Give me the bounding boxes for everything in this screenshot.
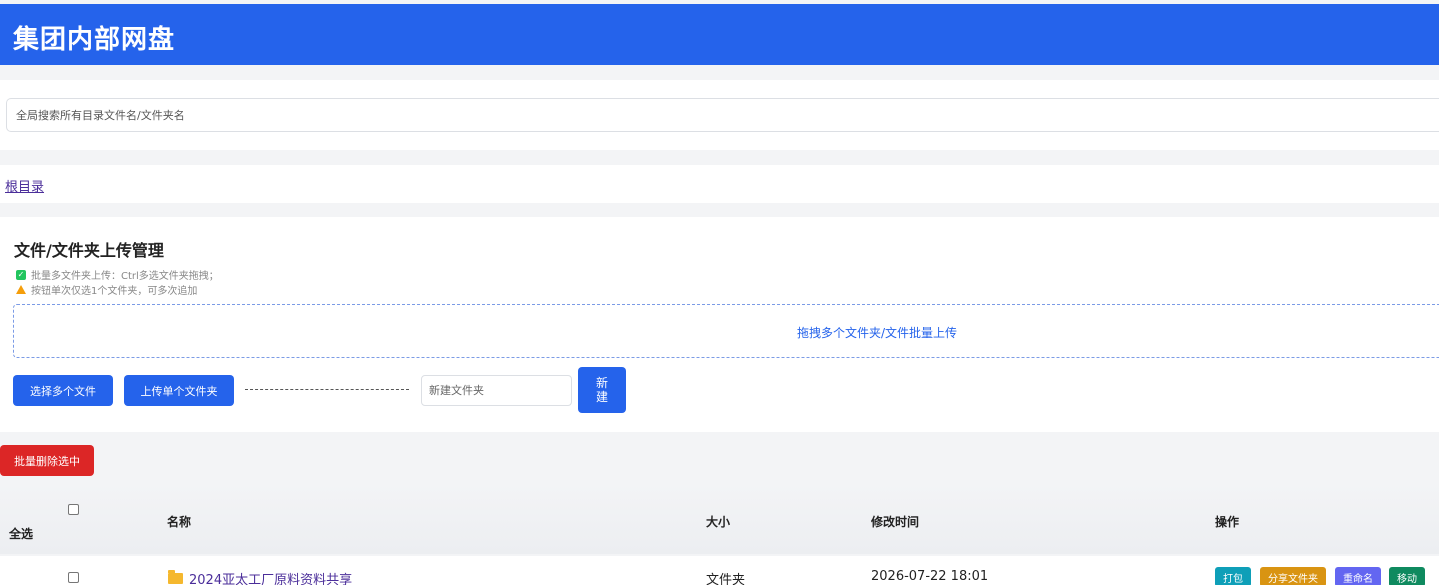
batch-delete-button[interactable]: 批量删除选中 bbox=[0, 445, 94, 476]
breadcrumb: 根目录 bbox=[0, 165, 1439, 203]
column-name: 名称 bbox=[167, 515, 192, 529]
search-input[interactable] bbox=[6, 98, 1439, 132]
row-name: 2024亚太工厂原料资料共享 bbox=[189, 573, 353, 585]
tip-single-text: 按钮单次仅选1个文件夹，可多次追加 bbox=[31, 286, 198, 297]
upload-panel: 文件/文件夹上传管理 ✓ 批量多文件夹上传：Ctrl多选文件夹拖拽； 按钮单次仅… bbox=[0, 217, 1439, 432]
select-files-button[interactable]: 选择多个文件 bbox=[13, 375, 113, 406]
move-button[interactable]: 移动 bbox=[1389, 567, 1425, 585]
row-name-link[interactable]: 2024亚太工厂原料资料共享 bbox=[168, 569, 352, 585]
app-header: 集团内部网盘 bbox=[0, 4, 1439, 65]
share-folder-button[interactable]: 分享文件夹 bbox=[1260, 567, 1326, 585]
breadcrumb-root-link[interactable]: 根目录 bbox=[5, 176, 44, 195]
row-modified: 2026-07-22 18:01 bbox=[871, 569, 989, 584]
new-folder-input[interactable] bbox=[421, 375, 572, 406]
table-row: 2024亚太工厂原料资料共享 文件夹 2026-07-22 18:01 打包 分… bbox=[0, 556, 1439, 585]
row-size: 文件夹 bbox=[706, 573, 746, 585]
upload-folder-button[interactable]: 上传单个文件夹 bbox=[124, 375, 234, 406]
check-icon: ✓ bbox=[16, 269, 26, 280]
row-checkbox[interactable] bbox=[68, 572, 79, 583]
tip-batch-text: 批量多文件夹上传：Ctrl多选文件夹拖拽； bbox=[31, 271, 219, 282]
upload-title: 文件/文件夹上传管理 bbox=[14, 241, 164, 260]
new-folder-button[interactable]: 新 建 bbox=[578, 367, 626, 413]
warning-icon bbox=[16, 285, 26, 294]
search-section bbox=[0, 80, 1439, 150]
select-all-label: 全选 bbox=[9, 527, 34, 541]
table-header: 全选 名称 大小 修改时间 操作 bbox=[0, 484, 1439, 554]
divider bbox=[245, 389, 409, 390]
tip-batch: ✓ 批量多文件夹上传：Ctrl多选文件夹拖拽； bbox=[16, 267, 219, 282]
new-label-line1: 新 bbox=[595, 376, 608, 390]
column-modified: 修改时间 bbox=[871, 515, 920, 529]
upload-dropzone[interactable]: 拖拽多个文件夹/文件批量上传 bbox=[13, 304, 1439, 358]
tip-single: 按钮单次仅选1个文件夹，可多次追加 bbox=[16, 282, 197, 297]
column-size: 大小 bbox=[706, 515, 731, 529]
select-all-checkbox[interactable] bbox=[68, 504, 79, 515]
column-actions: 操作 bbox=[1215, 515, 1240, 529]
folder-icon bbox=[168, 570, 183, 584]
rename-button[interactable]: 重命名 bbox=[1335, 567, 1381, 585]
new-label-line2: 建 bbox=[595, 390, 608, 404]
pack-button[interactable]: 打包 bbox=[1215, 567, 1251, 585]
app-title: 集团内部网盘 bbox=[13, 25, 176, 55]
dropzone-text: 拖拽多个文件夹/文件批量上传 bbox=[797, 326, 958, 340]
